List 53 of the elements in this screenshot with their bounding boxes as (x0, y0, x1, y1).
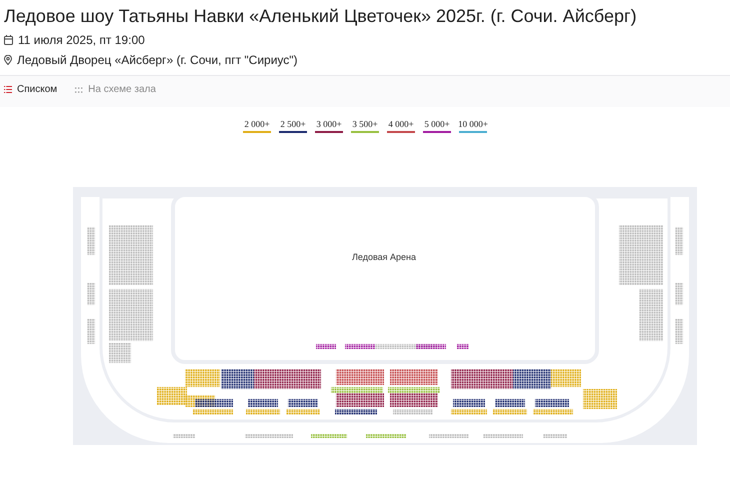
seat-block (246, 409, 280, 415)
seat-block (393, 409, 433, 415)
seat-block (533, 409, 573, 415)
location-pin-icon (4, 55, 12, 65)
list-icon (4, 86, 12, 93)
seat-block (639, 289, 663, 341)
seat-block (288, 399, 318, 407)
seat-block (336, 369, 384, 385)
price-label: 2 000+ (244, 119, 270, 129)
seat-block (583, 389, 617, 409)
seat-block (87, 283, 95, 305)
seat-block (109, 289, 153, 341)
price-label: 2 500+ (280, 119, 306, 129)
seat-block (390, 369, 438, 385)
view-tab[interactable]: Списком (4, 84, 58, 95)
seat-block (316, 344, 336, 349)
seat-block (87, 227, 95, 255)
event-date: 11 июля 2025, пт 19:00 (18, 33, 145, 47)
seat-block (87, 319, 95, 344)
seat-block (675, 319, 683, 344)
seat-block (551, 369, 581, 387)
seat-block (495, 399, 525, 407)
price-label: 3 500+ (352, 119, 378, 129)
seat-block (675, 227, 683, 255)
seat-block (543, 434, 567, 438)
seat-block (493, 409, 527, 415)
price-label: 3 000+ (316, 119, 342, 129)
seat-block (619, 225, 663, 285)
seat-block (248, 399, 278, 407)
seat-block (366, 434, 406, 438)
seat-block (311, 434, 347, 438)
seat-block (286, 409, 320, 415)
seat-block (173, 434, 195, 438)
event-venue: Ледовый Дворец «Айсберг» (г. Сочи, пгт "Сириус") (17, 53, 298, 67)
seat-block (483, 434, 523, 438)
seat-block (535, 399, 569, 407)
seat-block (245, 434, 293, 438)
price-label: 5 000+ (424, 119, 450, 129)
seat-block (109, 343, 131, 363)
seat-block (451, 409, 487, 415)
arena-label: Ледовая Арена (352, 252, 416, 262)
seat-block (185, 369, 220, 387)
seat-block (335, 409, 377, 415)
price-label: 4 000+ (388, 119, 414, 129)
seat-block (193, 409, 233, 415)
price-label: 10 000+ (458, 119, 488, 129)
seat-block (453, 399, 485, 407)
seat-block (457, 344, 469, 349)
seat-block (675, 283, 683, 305)
event-title: Ледовое шоу Татьяны Навки «Аленький Цветочек» 2025г. (г. Сочи. Айсберг) (4, 6, 638, 27)
calendar-icon (4, 35, 13, 45)
seat-block (109, 225, 153, 285)
seat-block (429, 434, 469, 438)
